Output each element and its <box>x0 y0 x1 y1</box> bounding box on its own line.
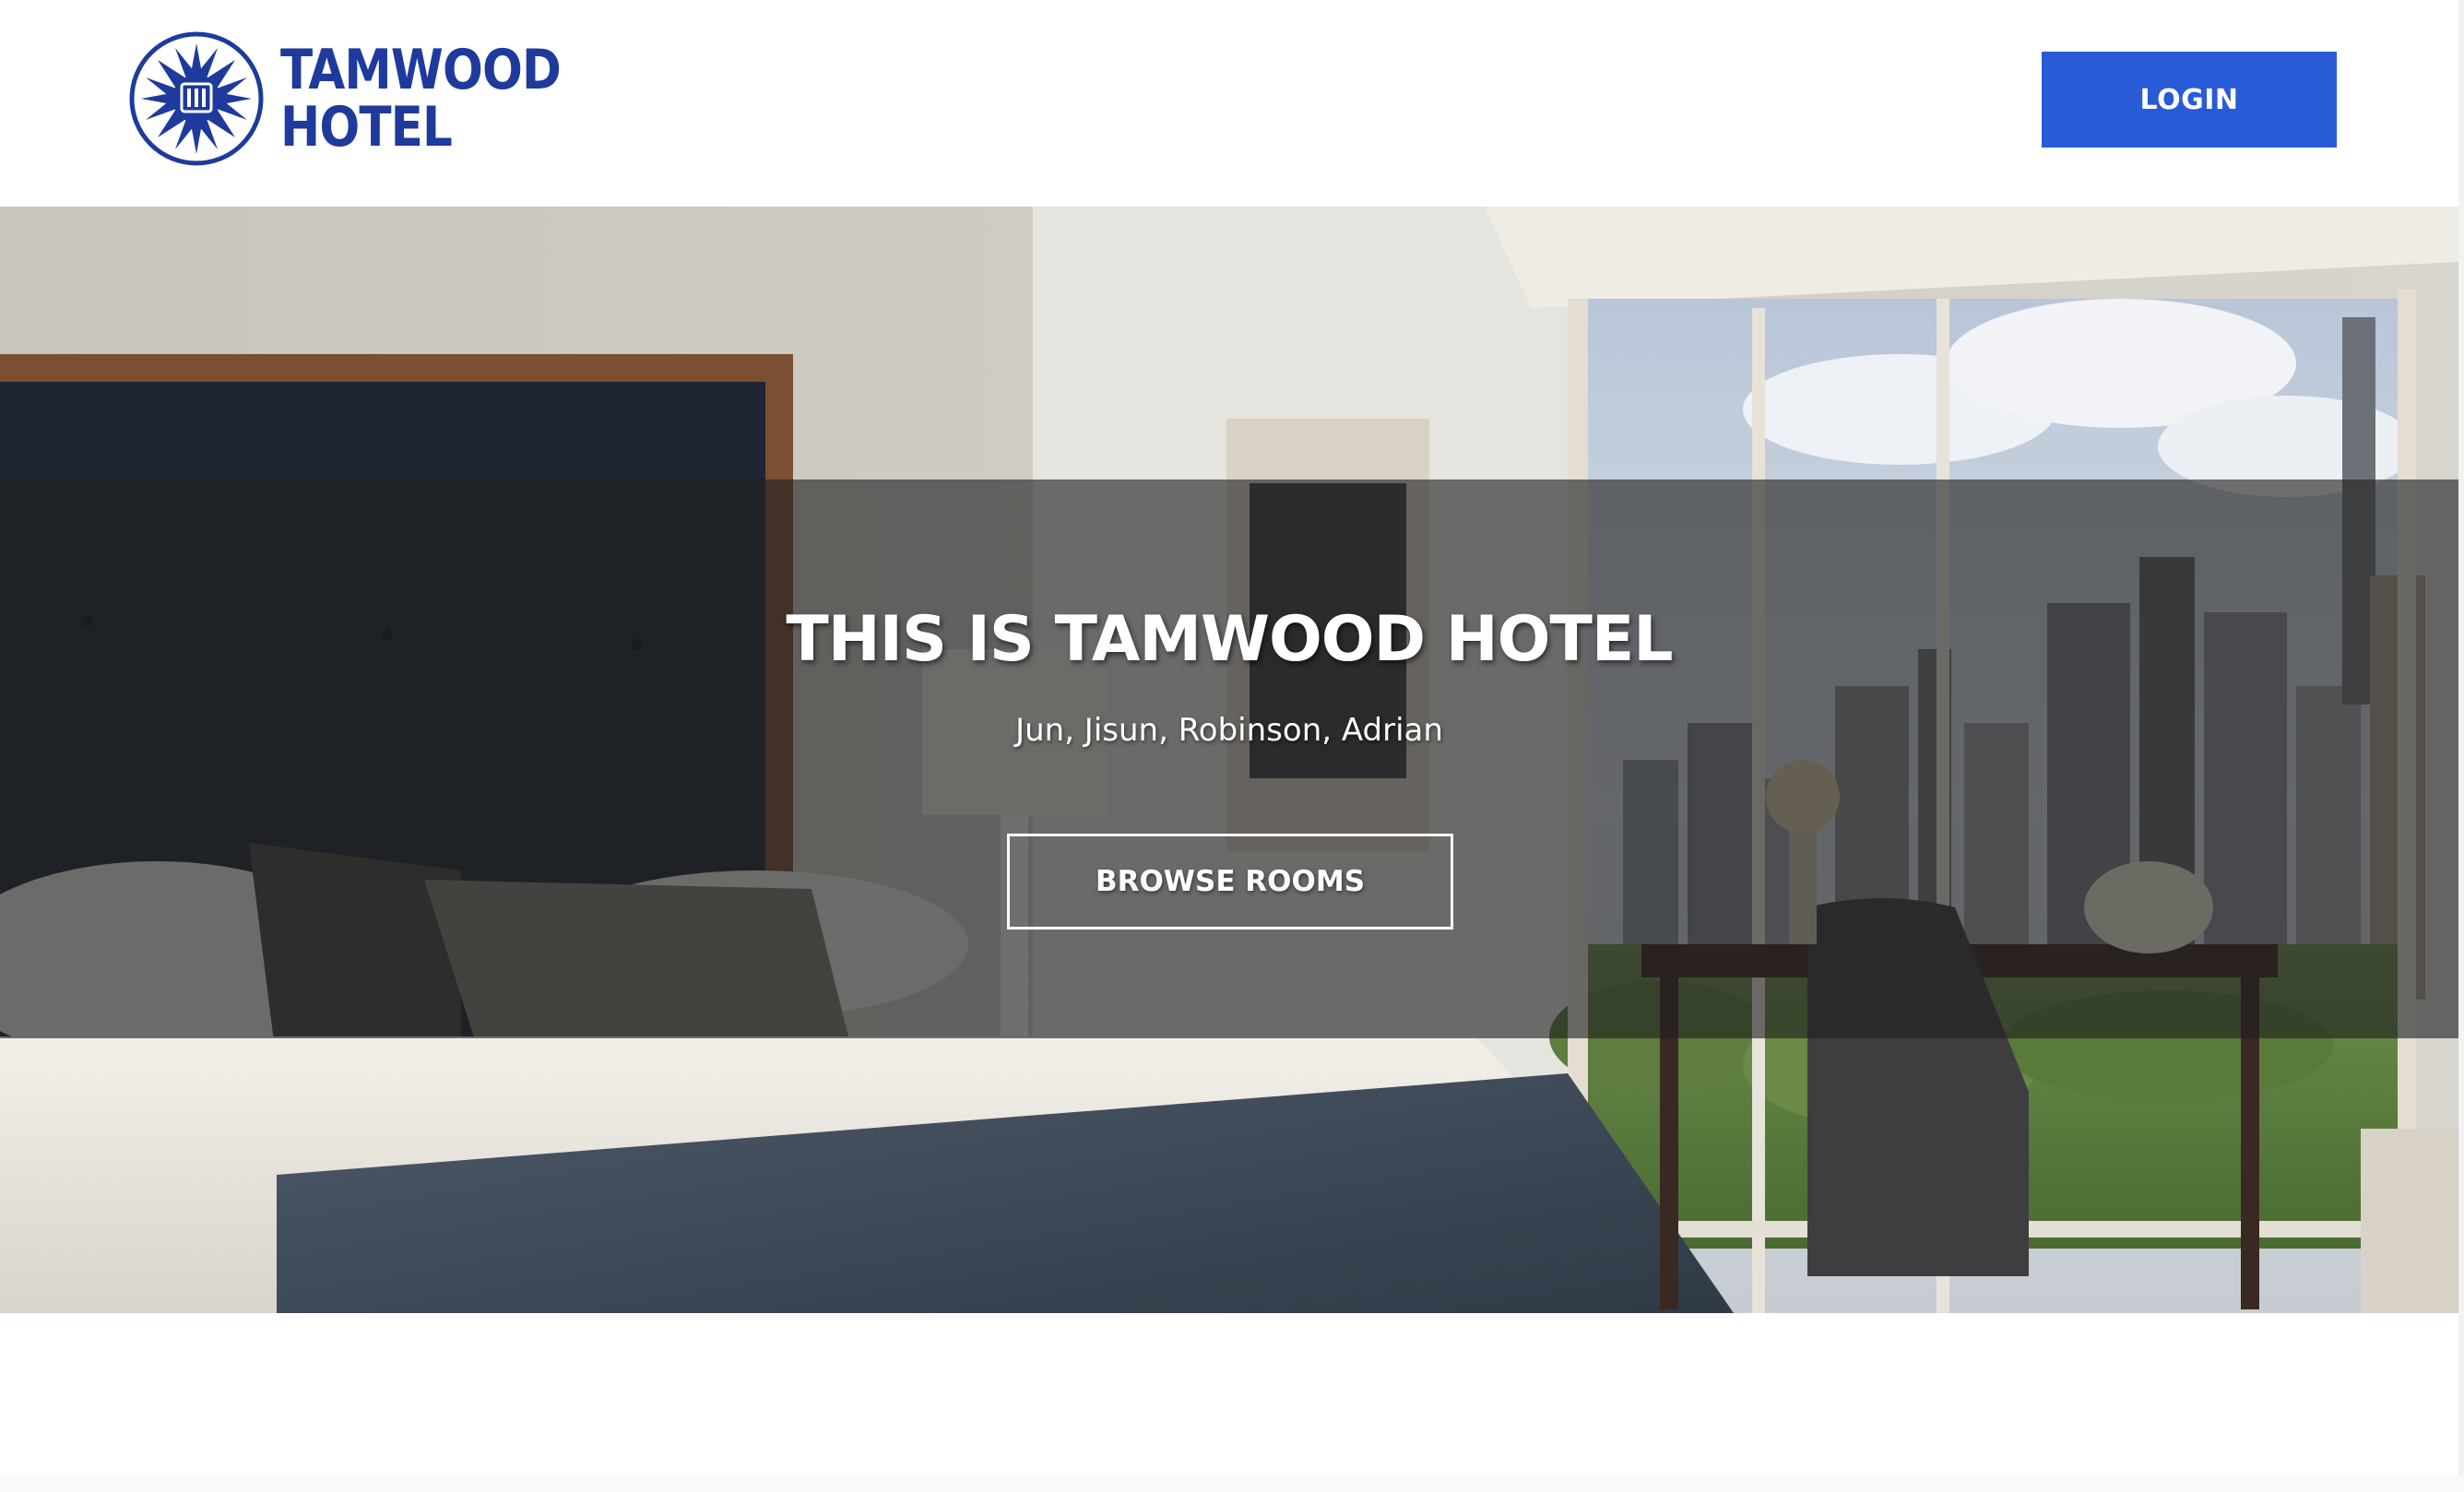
logo-line-1: TAMWOOD <box>280 38 562 102</box>
hero-section: THIS IS TAMWOOD HOTEL Jun, Jisun, Robins… <box>0 207 2458 1313</box>
login-button[interactable]: LOGIN <box>2042 52 2337 148</box>
logo-line-2: HOTEL <box>280 95 453 160</box>
logo-wordmark: TAMWOOD HOTEL <box>280 38 562 160</box>
hotel-emblem-icon <box>129 31 264 166</box>
site-header: TAMWOOD HOTEL LOGIN <box>0 0 2464 207</box>
scrollbar-track[interactable] <box>2458 0 2464 1492</box>
hotel-logo[interactable]: TAMWOOD HOTEL <box>129 31 606 166</box>
page-bottom <box>0 1475 2464 1492</box>
browse-rooms-button[interactable]: BROWSE ROOMS <box>1007 834 1453 930</box>
hero-subtitle: Jun, Jisun, Robinson, Adrian <box>1015 712 1443 749</box>
hero-title: THIS IS TAMWOOD HOTEL <box>786 603 1673 676</box>
hero-overlay <box>0 480 2458 1038</box>
